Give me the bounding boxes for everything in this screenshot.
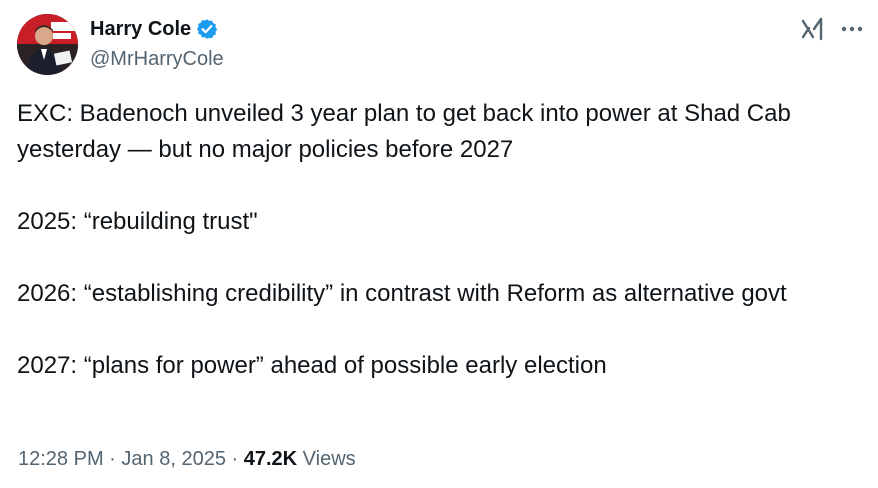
grok-icon[interactable] xyxy=(800,16,826,42)
tweet-time[interactable]: 12:28 PM xyxy=(18,448,104,470)
display-name[interactable]: Harry Cole xyxy=(90,16,191,42)
more-options-icon[interactable] xyxy=(838,16,866,42)
tweet-date[interactable]: Jan 8, 2025 xyxy=(121,448,226,470)
meta-separator: · xyxy=(231,448,239,470)
tweet-card: Harry Cole @MrHarryCole EXC: Badenoch un… xyxy=(0,0,878,488)
views-label: Views xyxy=(302,448,356,470)
tweet-paragraph: 2027: “plans for power” ahead of possibl… xyxy=(17,352,607,379)
author-name-row: Harry Cole xyxy=(90,16,218,42)
views-count[interactable]: 47.2K xyxy=(244,448,297,470)
author-handle[interactable]: @MrHarryCole xyxy=(90,46,224,72)
tweet-text: EXC: Badenoch unveiled 3 year plan to ge… xyxy=(17,96,867,384)
tweet-paragraph: 2026: “establishing credibility” in cont… xyxy=(17,280,787,307)
tweet-meta: 12:28 PM · Jan 8, 2025 · 47.2K Views xyxy=(18,444,356,474)
verified-badge-icon xyxy=(196,19,218,39)
tweet-paragraph: 2025: “rebuilding trust" xyxy=(17,208,258,235)
meta-separator: · xyxy=(109,448,116,470)
tweet-paragraph: EXC: Badenoch unveiled 3 year plan to ge… xyxy=(17,100,791,163)
avatar[interactable] xyxy=(17,14,78,75)
